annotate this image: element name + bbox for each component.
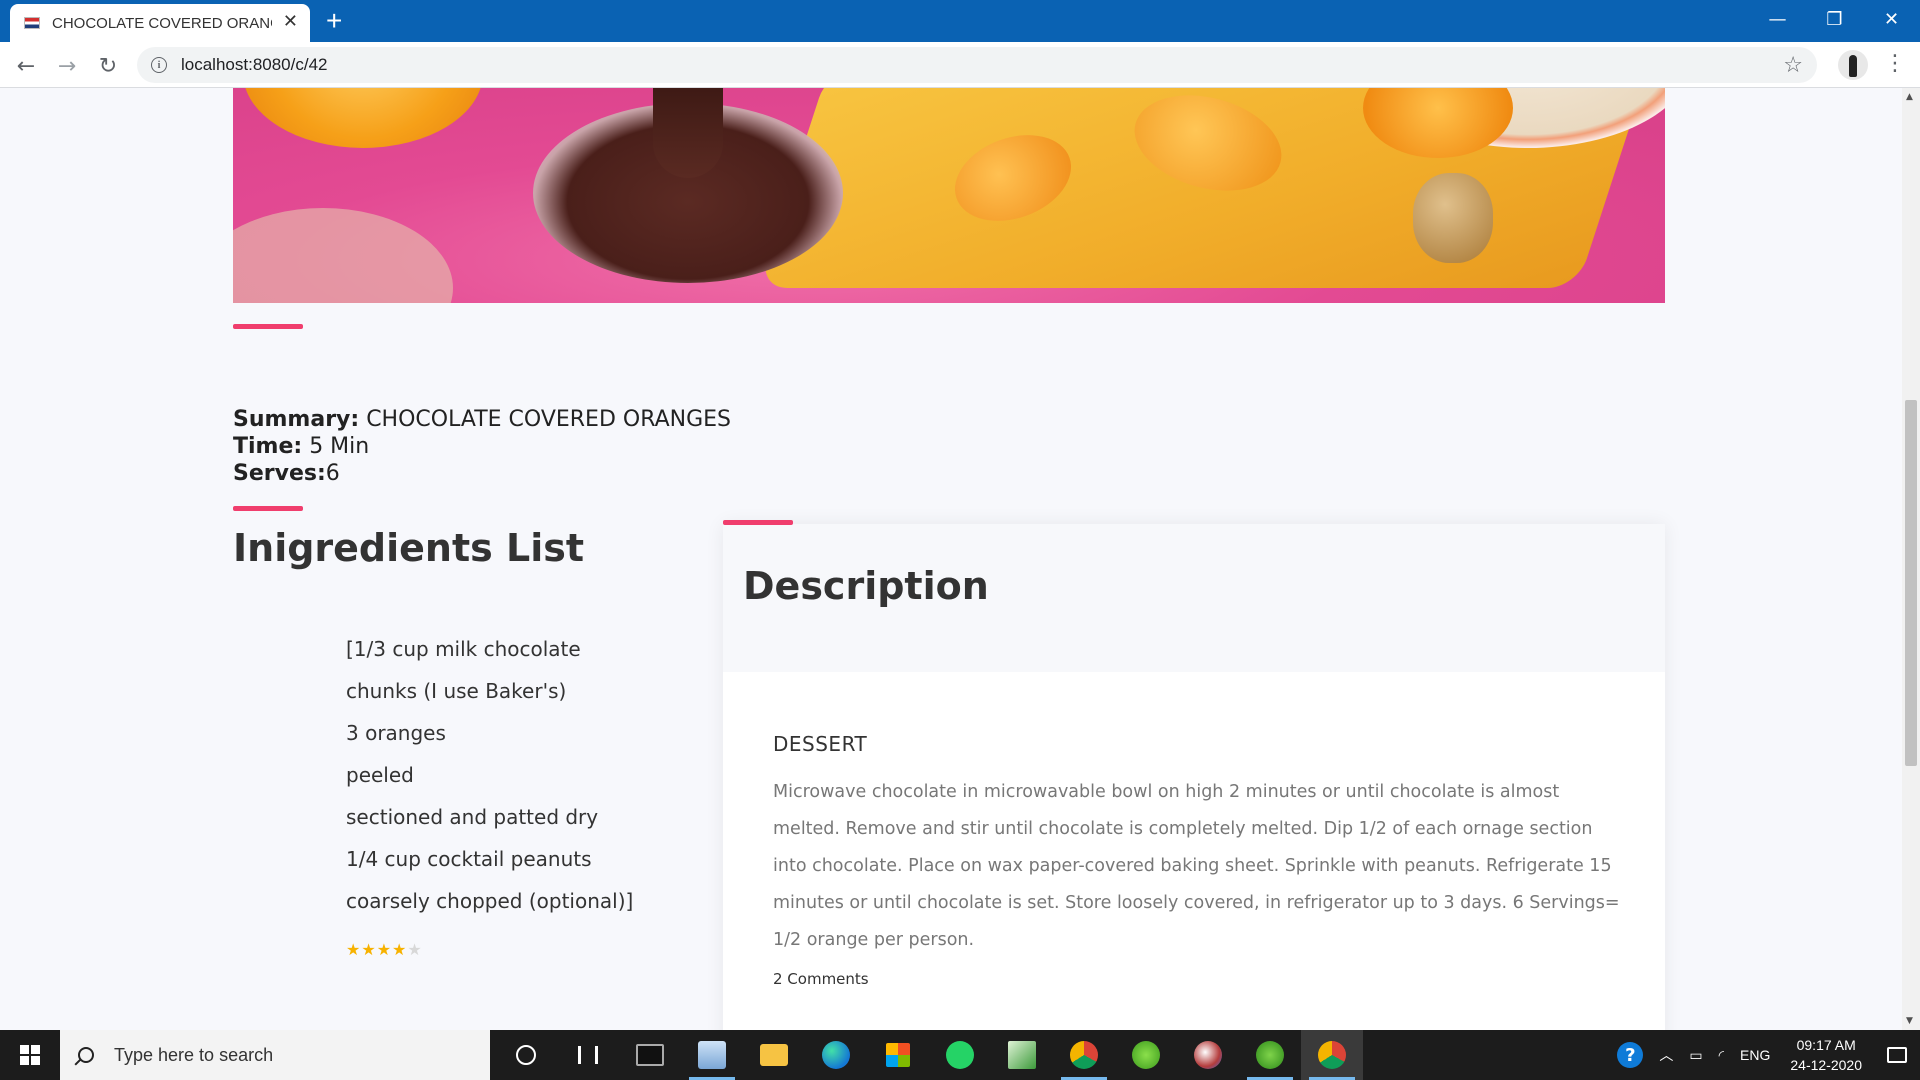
time-label: Time:: [233, 434, 303, 459]
hero-orange-shape: [243, 88, 483, 148]
search-placeholder: Type here to search: [114, 1044, 274, 1065]
page-scrollbar[interactable]: ▲ ▼: [1902, 88, 1920, 1030]
ingredients-heading: Inigredients List: [233, 526, 585, 570]
close-window-button[interactable]: ✕: [1863, 0, 1920, 38]
close-tab-icon[interactable]: ✕: [283, 12, 298, 32]
star-filled-icon: ★: [376, 940, 393, 959]
hero-shadow-shape: [233, 208, 453, 303]
windows-logo-icon: [20, 1045, 40, 1065]
reload-button[interactable]: ↻: [94, 52, 122, 80]
browser-tab-active[interactable]: CHOCOLATE COVERED ORANGE ✕: [10, 4, 310, 42]
star-empty-icon: ★: [407, 940, 423, 959]
forward-button[interactable]: →: [53, 52, 81, 80]
wifi-icon[interactable]: ◜: [1711, 1047, 1732, 1064]
star-filled-icon: ★: [361, 940, 377, 959]
restore-button[interactable]: ❐: [1806, 0, 1863, 38]
serves-value: 6: [325, 461, 340, 486]
cortana-icon[interactable]: [495, 1030, 557, 1080]
clock-date: 24-12-2020: [1790, 1057, 1862, 1073]
address-bar[interactable]: i localhost:8080/c/42 ☆: [137, 47, 1817, 83]
minimize-button[interactable]: —: [1749, 0, 1806, 38]
summary-label: Summary:: [233, 407, 360, 432]
chrome-icon[interactable]: [1053, 1030, 1115, 1080]
edge-icon[interactable]: [805, 1030, 867, 1080]
paint-icon[interactable]: [1177, 1030, 1239, 1080]
search-icon: [78, 1047, 94, 1063]
ingredient-item: coarsely chopped (optional)]: [346, 889, 634, 913]
page-viewport: Summary: CHOCOLATE COVERED ORANGES Time:…: [0, 88, 1902, 1030]
serves-label: Serves:: [233, 461, 326, 486]
back-button[interactable]: ←: [12, 52, 40, 80]
tab-title: CHOCOLATE COVERED ORANGE: [52, 14, 272, 32]
task-view-icon[interactable]: [557, 1030, 619, 1080]
battery-icon[interactable]: ▭: [1681, 1047, 1710, 1064]
star-filled-icon: ★: [392, 940, 408, 959]
ingredient-item: 1/4 cup cocktail peanuts: [346, 847, 592, 871]
spreadsheet-icon[interactable]: [991, 1030, 1053, 1080]
new-tab-button[interactable]: +: [326, 6, 342, 36]
taskbar-clock[interactable]: 09:17 AM 24-12-2020: [1778, 1035, 1874, 1075]
chrome-profile-icon[interactable]: [1301, 1030, 1363, 1080]
terminal-icon[interactable]: [619, 1030, 681, 1080]
accent-divider: [233, 324, 303, 329]
windows-taskbar: Type here to search ? ︿ ▭ ◜ ENG 09:17 AM…: [0, 1030, 1920, 1080]
recipe-category: DESSERT: [773, 732, 868, 756]
store-icon[interactable]: [867, 1030, 929, 1080]
chevron-up-icon[interactable]: ︿: [1651, 1045, 1681, 1065]
scroll-down-icon[interactable]: ▼: [1906, 1016, 1913, 1026]
ingredient-item: peeled: [346, 763, 414, 787]
scrollbar-thumb[interactable]: [1905, 400, 1917, 766]
help-icon[interactable]: ?: [1617, 1042, 1644, 1068]
star-filled-icon: ★: [346, 940, 362, 959]
description-heading: Description: [743, 564, 989, 608]
photos-icon[interactable]: [681, 1030, 743, 1080]
taskbar-apps: [495, 1030, 1363, 1080]
notifications-icon[interactable]: [1874, 1030, 1920, 1080]
hero-peanut-shape: [1413, 173, 1493, 263]
spring-tool-icon[interactable]: [1115, 1030, 1177, 1080]
description-card: Description DESSERT Microwave chocolate …: [723, 524, 1665, 1030]
site-info-icon[interactable]: i: [151, 57, 167, 73]
spring-boot-icon[interactable]: [1239, 1030, 1301, 1080]
ingredients-list: [1/3 cup milk chocolate chunks (I use Ba…: [346, 628, 633, 922]
description-text: Microwave chocolate in microwavable bowl…: [773, 782, 1620, 950]
clock-time: 09:17 AM: [1796, 1037, 1856, 1053]
start-button[interactable]: [0, 1030, 60, 1080]
ingredient-item: sectioned and patted dry: [346, 805, 599, 829]
ingredient-item: [1/3 cup milk chocolate: [346, 637, 581, 661]
whatsapp-icon[interactable]: [929, 1030, 991, 1080]
file-explorer-icon[interactable]: [743, 1030, 805, 1080]
hero-chocolate-drip-shape: [653, 88, 723, 178]
recipe-hero-image: [233, 88, 1665, 303]
taskbar-search[interactable]: Type here to search: [60, 1030, 490, 1080]
summary-value: CHOCOLATE COVERED ORANGES: [359, 407, 732, 432]
bookmark-star-icon[interactable]: ☆: [1783, 53, 1803, 78]
browser-toolbar: ← → ↻ i localhost:8080/c/42 ☆ ⋮: [0, 42, 1920, 88]
recipe-summary: Summary: CHOCOLATE COVERED ORANGES Time:…: [233, 406, 731, 487]
window-controls: — ❐ ✕: [1749, 0, 1920, 42]
ingredient-item: chunks (I use Baker's): [346, 679, 567, 703]
accent-divider: [723, 520, 793, 525]
accent-divider: [233, 506, 303, 511]
star-rating: ★★★★★: [346, 940, 423, 959]
language-indicator[interactable]: ENG: [1732, 1047, 1778, 1063]
favicon-icon: [24, 17, 40, 29]
url-text[interactable]: localhost:8080/c/42: [181, 55, 328, 75]
comments-link[interactable]: 2 Comments: [773, 970, 869, 988]
profile-avatar[interactable]: [1838, 50, 1868, 80]
browser-menu-icon[interactable]: ⋮: [1884, 51, 1906, 76]
browser-titlebar: CHOCOLATE COVERED ORANGE ✕ + — ❐ ✕: [0, 0, 1920, 42]
scroll-up-icon[interactable]: ▲: [1906, 92, 1913, 102]
ingredient-item: 3 oranges: [346, 721, 446, 745]
description-header: Description: [723, 524, 1665, 672]
system-tray: ? ︿ ▭ ◜ ENG 09:17 AM 24-12-2020: [1609, 1030, 1920, 1080]
time-value: 5 Min: [302, 434, 370, 459]
